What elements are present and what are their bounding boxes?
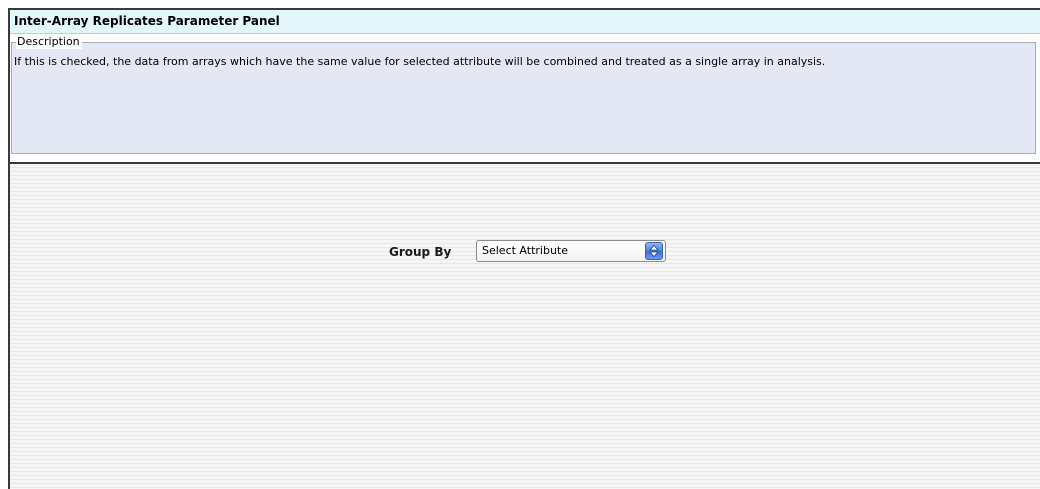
description-text: If this is checked, the data from arrays…: [14, 55, 826, 68]
group-by-label: Group By: [389, 245, 452, 259]
description-section: Description If this is checked, the data…: [10, 34, 1040, 163]
parameter-panel: Inter-Array Replicates Parameter Panel D…: [8, 8, 1040, 489]
group-by-selected-value: Select Attribute: [482, 244, 569, 257]
up-down-arrows-icon[interactable]: [645, 242, 663, 260]
group-by-select[interactable]: Select Attribute: [476, 240, 666, 262]
description-box: Description If this is checked, the data…: [11, 35, 1036, 154]
description-legend: Description: [16, 35, 82, 49]
parameter-area: Group By Select Attribute: [10, 164, 1040, 489]
panel-title: Inter-Array Replicates Parameter Panel: [10, 10, 1040, 34]
